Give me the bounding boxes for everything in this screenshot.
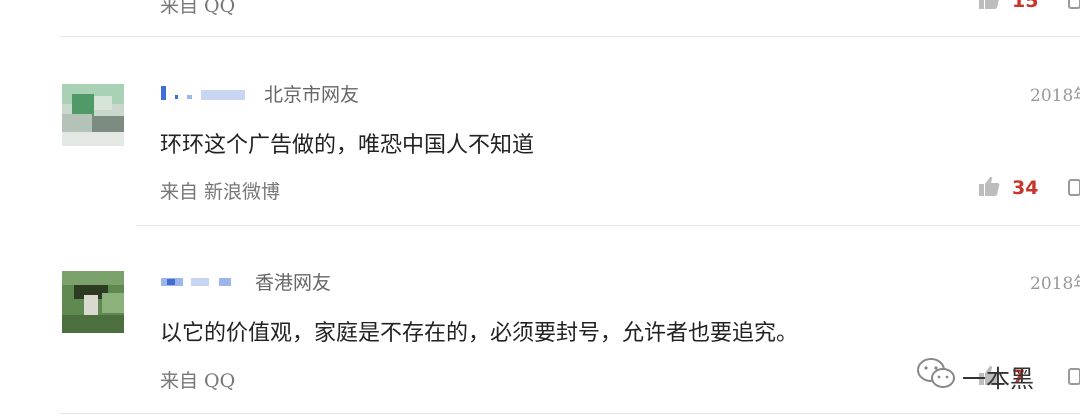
user-location: 香港网友: [255, 272, 332, 294]
thumbs-up-icon: [979, 176, 1000, 196]
reply-icon[interactable]: [1068, 0, 1080, 9]
reply-icon[interactable]: [1068, 179, 1080, 196]
thumbs-up-icon: [979, 0, 999, 9]
divider: [136, 225, 1080, 226]
comment-source: 来自 新浪微博: [160, 181, 281, 203]
watermark-text: 一本黑: [962, 365, 1034, 393]
divider: [60, 413, 1080, 414]
username[interactable]: [161, 86, 247, 100]
like-count: 15: [1012, 0, 1039, 12]
reply-icon[interactable]: [1068, 368, 1080, 385]
like-count: 34: [1012, 177, 1039, 199]
avatar[interactable]: [62, 271, 124, 333]
comment-date: 2018年: [1030, 274, 1080, 294]
user-location: 北京市网友: [264, 84, 360, 106]
username[interactable]: [161, 276, 233, 286]
like-button[interactable]: [978, 0, 1000, 14]
comment-date: 2018年: [1030, 86, 1080, 106]
wechat-icon: [916, 356, 956, 392]
comment-text: 以它的价值观，家庭是不存在的，必须要封号，允许者也要追究。: [160, 321, 799, 346]
like-button[interactable]: [978, 175, 1000, 201]
comment-text: 环环这个广告做的，唯恐中国人不知道: [160, 133, 535, 158]
comment-source: 来自 QQ: [160, 370, 236, 392]
comment-source: 来自 QQ: [160, 0, 236, 17]
avatar[interactable]: [62, 84, 124, 146]
divider: [60, 36, 1080, 37]
